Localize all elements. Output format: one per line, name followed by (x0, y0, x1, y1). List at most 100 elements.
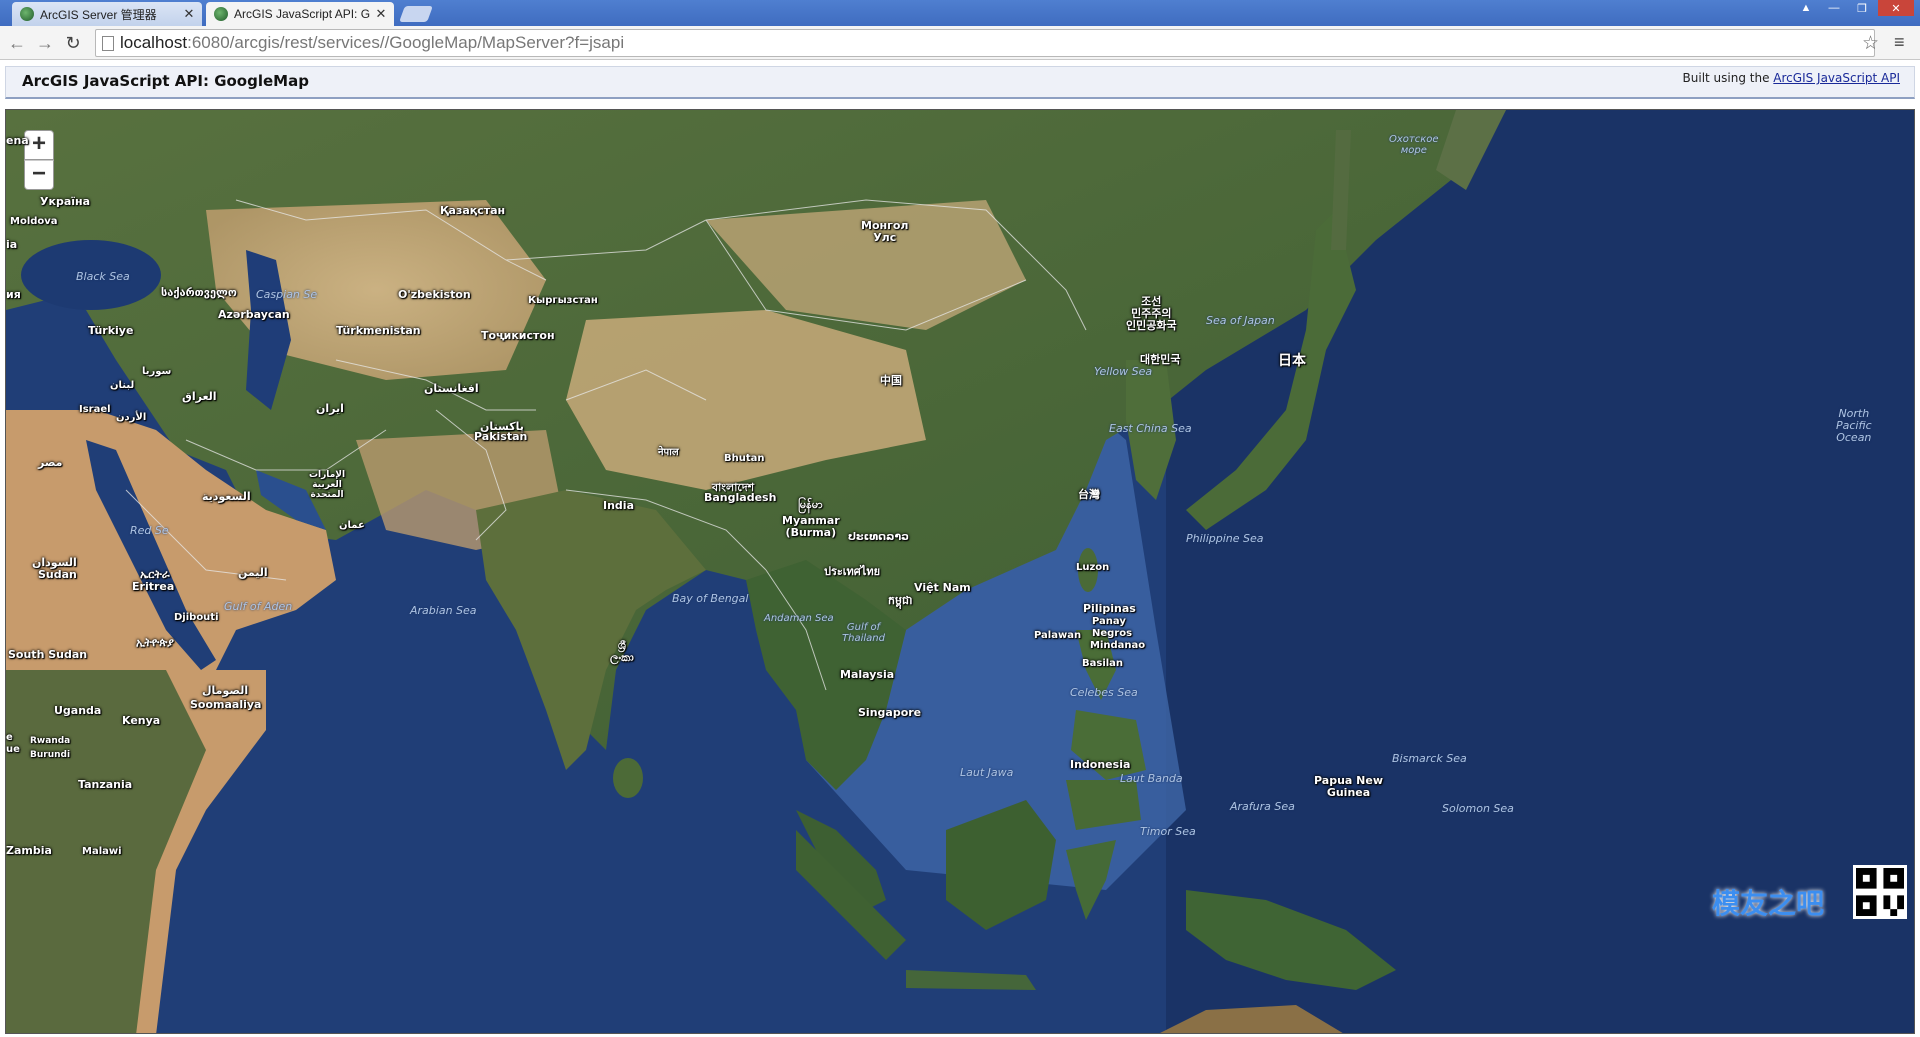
zoom-out-button[interactable]: − (24, 160, 54, 190)
arcgis-globe-icon (214, 7, 228, 21)
map-label: 조선 민주주의 인민공화국 (1126, 295, 1177, 332)
close-icon[interactable]: ✕ (374, 6, 388, 22)
map-label: Arafura Sea (1230, 800, 1295, 813)
map-label: Bay of Bengal (672, 592, 749, 605)
map-label: Basilan (1082, 658, 1124, 669)
map-label: مصر (38, 456, 63, 469)
map-label: ia (6, 238, 18, 251)
map-label: 中国 (880, 374, 902, 387)
page-header: ArcGIS JavaScript API: GoogleMap Built u… (5, 66, 1915, 99)
tab-title: ArcGIS Server 管理器 (40, 7, 157, 22)
map-label: 日本 (1278, 353, 1306, 369)
map-label: الصومال (202, 684, 249, 697)
map-label: Red Se (130, 524, 169, 537)
map-label: Тоҷикистон (481, 329, 555, 342)
map-label: الأردن (116, 412, 147, 423)
map-label: Djibouti (174, 612, 219, 623)
map-label: O'zbekiston (398, 288, 471, 301)
map-label: Bhutan (724, 453, 765, 464)
map-label: Україна (40, 195, 91, 208)
close-window-button[interactable]: ✕ (1878, 0, 1914, 16)
map-label: السعودية (202, 490, 251, 503)
map-label: Türkiye (88, 324, 134, 337)
map-label: Uganda (54, 704, 102, 717)
map-label: ශ්‍රී ලංකා (610, 639, 634, 664)
map-label: Sea of Japan (1206, 314, 1275, 327)
map-label: Negros (1092, 628, 1133, 639)
new-tab-button[interactable] (399, 6, 433, 22)
browser-titlebar: ArcGIS Server 管理器 ✕ ArcGIS JavaScript AP… (0, 0, 1920, 26)
map-label: South Sudan (8, 648, 88, 661)
restore-button[interactable]: ❐ (1848, 0, 1876, 16)
map-label: Luzon (1076, 562, 1110, 573)
close-icon[interactable]: ✕ (182, 6, 196, 22)
sri-lanka (613, 758, 643, 798)
map-label: Tanzania (78, 778, 133, 791)
map-label: Malawi (82, 846, 122, 857)
qr-code-icon (1853, 865, 1907, 919)
map-label: ия (6, 288, 21, 301)
back-arrow-icon[interactable]: ← (6, 32, 28, 54)
url-host: localhost (120, 33, 188, 52)
map-label: Охотское море (1389, 134, 1439, 156)
user-icon[interactable]: ▲ (1792, 0, 1820, 16)
map-label: e (6, 732, 13, 743)
map-label: Yellow Sea (1094, 365, 1153, 378)
map-label: កម្ពុជា (888, 594, 913, 607)
map-label: Philippine Sea (1186, 532, 1264, 545)
map-view[interactable]: + − ena Україна Moldova ia Black Sea საქ… (5, 109, 1915, 1034)
map-label: India (603, 499, 634, 512)
map-label: Myanmar (Burma) (782, 514, 840, 539)
map-label: Papua New Guinea (1314, 774, 1383, 799)
reload-icon[interactable]: ↻ (62, 32, 84, 54)
map-label: Soomaaliya (190, 698, 262, 711)
page-title: ArcGIS JavaScript API: GoogleMap (22, 72, 309, 90)
map-label: سوريا (142, 366, 172, 377)
built-using-prefix: Built using the (1682, 71, 1770, 85)
map-label: ປະເທດລາວ (848, 530, 910, 543)
map-label: عمان (339, 520, 365, 531)
map-label: Gulf of Aden (224, 600, 293, 613)
map-label: Bismarck Sea (1392, 752, 1467, 765)
satellite-basemap (6, 110, 1914, 1033)
tab-arcgis-jsapi[interactable]: ArcGIS JavaScript API: G ✕ (206, 2, 394, 26)
map-label: Celebes Sea (1070, 686, 1138, 699)
bookmark-star-icon[interactable]: ☆ (1862, 32, 1879, 55)
map-label: Монгол Улс (861, 219, 909, 244)
arcgis-jsapi-link[interactable]: ArcGIS JavaScript API (1773, 71, 1900, 85)
map-label: Pilipinas (1083, 602, 1136, 615)
map-label: Laut Banda (1120, 772, 1183, 785)
map-label: Panay (1092, 616, 1126, 627)
map-label: Laut Jawa (960, 766, 1014, 779)
map-label: Việt Nam (914, 581, 971, 594)
map-label: ena (6, 134, 29, 147)
map-label: العراق (182, 390, 217, 403)
address-bar[interactable]: localhost:6080/arcgis/rest/services//Goo… (95, 29, 1875, 57)
map-label: Burundi (30, 750, 71, 760)
map-label: Black Sea (76, 270, 130, 283)
map-label: Caspian Se (256, 288, 318, 301)
map-label: Israel (79, 404, 111, 415)
map-label: ኢትዮጵያ (136, 636, 174, 649)
tab-arcgis-server[interactable]: ArcGIS Server 管理器 ✕ (12, 2, 202, 26)
browser-toolbar: ← → ↻ localhost:6080/arcgis/rest/service… (0, 26, 1920, 60)
map-label: Singapore (858, 706, 922, 719)
minimize-button[interactable]: — (1820, 0, 1848, 16)
map-label: East China Sea (1109, 422, 1192, 435)
map-label: الإمارات العربية المتحدة (309, 470, 346, 500)
arcgis-globe-icon (20, 7, 34, 21)
map-label: Indonesia (1070, 758, 1131, 771)
map-label: Türkmenistan (336, 324, 421, 337)
watermark-logo: 模友之吧 (1712, 887, 1825, 920)
map-label: لبنان (110, 380, 135, 391)
forward-arrow-icon[interactable]: → (34, 32, 56, 54)
map-label: Қазақстан (440, 204, 506, 217)
map-label: Zambia (6, 844, 52, 857)
menu-icon[interactable]: ≡ (1894, 32, 1910, 52)
map-label: ue (6, 744, 20, 755)
map-label: ایران (316, 402, 344, 415)
url-path: :6080/arcgis/rest/services//GoogleMap/Ma… (187, 33, 625, 52)
map-label: မြန်မာ (798, 498, 823, 511)
map-label: საქართველო (161, 286, 237, 299)
page-icon (102, 36, 114, 51)
